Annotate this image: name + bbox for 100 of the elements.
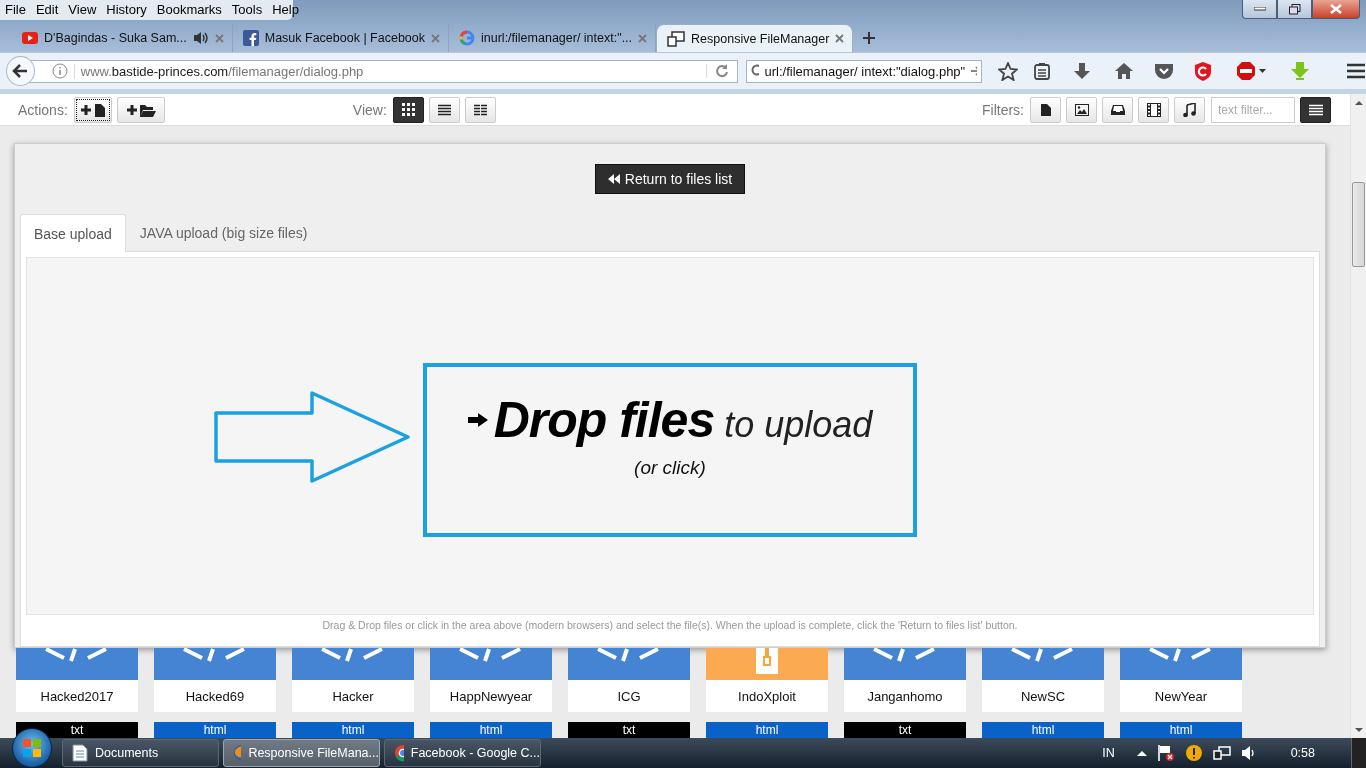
- list-icon: [437, 103, 451, 116]
- close-icon: [1330, 4, 1342, 14]
- filter-button[interactable]: [1030, 96, 1061, 123]
- file-name[interactable]: Hacker: [292, 680, 414, 712]
- file-type-label: html: [982, 722, 1104, 738]
- file-type-label: html: [430, 722, 552, 738]
- drop-zone[interactable]: Drop files to upload (or click): [26, 257, 1314, 615]
- speaker-icon[interactable]: [192, 31, 209, 45]
- text-filter-field[interactable]: text filter...: [1211, 96, 1295, 123]
- file-name[interactable]: Janganhomo: [844, 680, 966, 712]
- home-icon[interactable]: [1114, 62, 1134, 80]
- menu-item[interactable]: View: [63, 0, 102, 20]
- file-thumbnail[interactable]: [430, 648, 552, 680]
- file-thumbnail[interactable]: [568, 648, 690, 680]
- address-field[interactable]: www.bastide-princes.com/filemanager/dialog.php: [28, 59, 738, 83]
- search-field[interactable]: url:/filemanager/ intext:"dialog.php": [746, 59, 982, 83]
- menu-item[interactable]: Bookmarks: [151, 0, 227, 20]
- file-name[interactable]: NewSC: [982, 680, 1104, 712]
- filter-button[interactable]: [1066, 96, 1097, 123]
- file-name[interactable]: HappNewyear: [430, 680, 552, 712]
- network-icon[interactable]: [1212, 745, 1231, 761]
- caret-up-icon: [1354, 99, 1363, 105]
- new-folder-button[interactable]: [116, 96, 165, 123]
- filter-button[interactable]: [1138, 96, 1169, 123]
- show-hidden-icons-button[interactable]: [1136, 750, 1147, 756]
- minimize-button[interactable]: [1242, 0, 1277, 19]
- columns-icon: [473, 103, 487, 116]
- restore-button[interactable]: [1277, 0, 1312, 19]
- star-icon[interactable]: [998, 61, 1018, 81]
- plus-icon[interactable]: [863, 32, 876, 44]
- file-icon: [1039, 102, 1052, 117]
- show-desktop-button[interactable]: [1351, 738, 1366, 768]
- drop-target[interactable]: Drop files to upload (or click): [423, 363, 917, 537]
- language-indicator[interactable]: IN: [1102, 746, 1115, 760]
- video-icon: [22, 32, 38, 44]
- filter-button[interactable]: [1102, 96, 1133, 123]
- clock: 0:58: [1290, 746, 1315, 760]
- file-type-label: html: [154, 722, 276, 738]
- close-icon[interactable]: [835, 34, 845, 43]
- menu-item[interactable]: History: [101, 0, 152, 20]
- menu-item[interactable]: Help: [267, 0, 304, 20]
- upload-hint: Drag & Drop files or click in the area above (modern browsers) and select the file(s). When the upload is complete, click the 'Return to files list' button.: [322, 619, 1018, 631]
- info-icon[interactable]: [51, 63, 68, 79]
- menu-item[interactable]: Edit: [30, 0, 64, 20]
- new-file-button[interactable]: [73, 96, 112, 123]
- start-button[interactable]: [12, 728, 52, 768]
- file-name[interactable]: NewYear: [1120, 680, 1242, 712]
- taskbar-button[interactable]: Documents: [62, 739, 219, 767]
- upload-tab[interactable]: Base upload: [20, 214, 126, 252]
- file-type-label: txt: [568, 722, 690, 738]
- reload-icon[interactable]: [706, 64, 729, 78]
- file-type-label: html: [292, 722, 414, 738]
- browser-tab[interactable]: Responsive FileManager: [656, 24, 854, 52]
- flag-icon[interactable]: [1156, 744, 1175, 762]
- file-name[interactable]: ICG: [568, 680, 690, 712]
- four-squares-icon: [23, 739, 41, 757]
- file-thumbnail[interactable]: [706, 648, 828, 680]
- volume-icon[interactable]: [1240, 745, 1257, 761]
- menu-item[interactable]: Tools: [226, 0, 268, 20]
- drop-title: Drop files to upload: [493, 391, 873, 449]
- taskbar-button[interactable]: Responsive FileMana...: [223, 739, 380, 767]
- file-thumbnail[interactable]: [292, 648, 414, 680]
- filter-button[interactable]: [1174, 96, 1205, 123]
- file-type-label: html: [706, 722, 828, 738]
- caret-down-icon: [1354, 727, 1363, 733]
- stop-sign-icon[interactable]: [1236, 61, 1266, 81]
- arrow-icon: [214, 391, 411, 483]
- warning-icon[interactable]: [1184, 744, 1203, 762]
- letter-f-icon: [242, 30, 259, 46]
- file-name[interactable]: Hacked2017: [16, 680, 138, 712]
- download-icon[interactable]: [1072, 62, 1092, 80]
- arrow-left-icon: [12, 64, 29, 78]
- pointing-arrow-icon: [467, 413, 488, 427]
- drop-subtitle: (or click): [634, 457, 706, 479]
- menu-item[interactable]: File: [0, 0, 31, 20]
- restore-icon: [1288, 3, 1301, 15]
- back-button[interactable]: [6, 56, 35, 86]
- g-letter-icon: [459, 30, 475, 46]
- inbox-icon: [1110, 103, 1125, 116]
- file-thumbnail[interactable]: [154, 648, 276, 680]
- return-button[interactable]: Return to files list: [594, 164, 746, 194]
- file-thumbnail[interactable]: [982, 648, 1104, 680]
- upload-tab[interactable]: JAVA upload (big size files): [125, 214, 322, 251]
- filters-label: Filters:: [982, 101, 1024, 118]
- clipboard-icon[interactable]: [1034, 62, 1050, 80]
- menu-icon[interactable]: [1346, 63, 1366, 79]
- file-type-label: txt: [844, 722, 966, 738]
- view-button[interactable]: [392, 96, 424, 123]
- taskbar-button[interactable]: Facebook - Google C...: [384, 739, 541, 767]
- scrollbar-thumb[interactable]: [1352, 182, 1365, 267]
- file-thumbnail[interactable]: [844, 648, 966, 680]
- menu-icon: [1308, 103, 1323, 116]
- file-name[interactable]: Hacked69: [154, 680, 276, 712]
- file-thumbnail[interactable]: [16, 648, 138, 680]
- file-name[interactable]: IndoXploit: [706, 680, 828, 712]
- menu-button[interactable]: [1300, 96, 1331, 123]
- shield-icon[interactable]: [1194, 61, 1212, 81]
- pocket-icon[interactable]: [1154, 62, 1174, 80]
- close-button[interactable]: [1312, 0, 1360, 19]
- file-thumbnail[interactable]: [1120, 648, 1242, 680]
